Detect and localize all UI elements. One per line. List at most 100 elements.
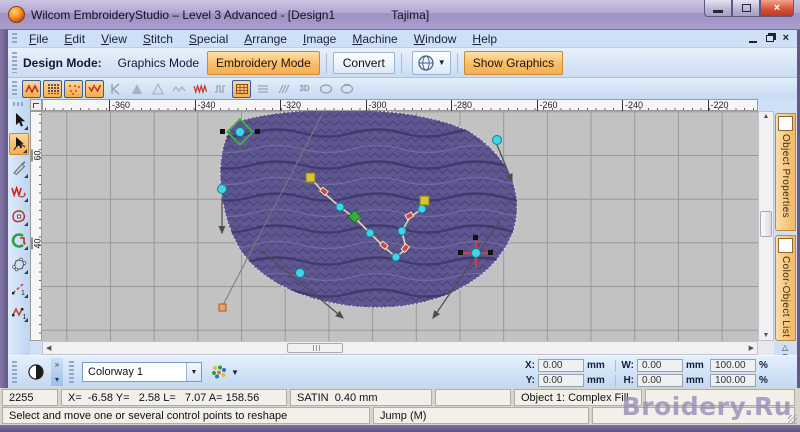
hoop-globe-button[interactable]: ▼ <box>411 50 451 75</box>
x-unit: mm <box>587 360 605 371</box>
stitch-angles-icon <box>257 84 268 93</box>
menu-window[interactable]: Window <box>406 31 465 47</box>
toolbar-overflow-handle[interactable]: » ▾ <box>51 358 63 386</box>
menu-image[interactable]: Image <box>295 31 344 47</box>
mdi-close-icon[interactable]: × <box>783 33 789 44</box>
lettering-tool-button[interactable] <box>9 181 29 203</box>
hoop-icon <box>319 83 332 94</box>
motif-fill-button[interactable] <box>64 79 83 98</box>
florentine-button[interactable] <box>148 80 167 98</box>
convert-button[interactable]: Convert <box>332 51 395 74</box>
scroll-up-icon[interactable]: ▲ <box>759 113 773 120</box>
3d-icon: 3D <box>299 84 310 93</box>
design-colorway-button[interactable] <box>23 359 49 385</box>
combo-dropdown-button[interactable]: ▼ <box>186 363 201 381</box>
stitch-type-cell: SATIN 0.40 mm <box>290 389 432 406</box>
vertical-scrollbar[interactable]: ▲ ▼ <box>758 111 774 341</box>
outline-shape-tool-button[interactable] <box>9 205 29 227</box>
maximize-button[interactable] <box>732 0 760 17</box>
zigzag-stitch-button[interactable] <box>22 79 41 98</box>
y-input[interactable]: 0.00 <box>538 374 584 387</box>
curved-fill-button[interactable] <box>85 79 104 98</box>
menu-arrange[interactable]: Arrange <box>236 31 295 47</box>
vertical-ruler[interactable]: 60 40 <box>30 111 43 341</box>
menu-stitch[interactable]: Stitch <box>135 31 181 47</box>
design-canvas[interactable] <box>42 111 758 341</box>
toolbar-grip[interactable] <box>12 52 17 73</box>
reshape-tool-button[interactable] <box>9 133 29 155</box>
menu-help[interactable]: Help <box>464 31 505 47</box>
zigzag-tool-button[interactable]: 1 <box>9 301 29 323</box>
scale-y-unit: % <box>759 375 768 386</box>
vertical-scroll-thumb[interactable] <box>760 211 772 237</box>
resize-grip[interactable] <box>788 415 797 424</box>
window-title: Wilcom EmbroideryStudio – Level 3 Advanc… <box>31 7 336 22</box>
tatami-fill-button[interactable] <box>43 79 62 98</box>
separator <box>400 52 402 73</box>
graphics-mode-button[interactable]: Graphics Mode <box>110 52 207 74</box>
close-button[interactable]: × <box>760 0 794 17</box>
ruler-origin-button[interactable] <box>30 99 42 111</box>
stitch-angles-button[interactable] <box>253 80 272 98</box>
select-tool-button[interactable] <box>9 109 29 131</box>
horizontal-scroll-thumb[interactable] <box>287 343 343 353</box>
liquid-effect-button[interactable] <box>169 80 188 98</box>
toolbar-grip[interactable] <box>12 81 17 96</box>
fill-holes-tool-button[interactable] <box>9 229 29 251</box>
3d-view-button[interactable]: 3D <box>295 80 314 98</box>
scroll-left-icon[interactable]: ◀ <box>43 344 54 352</box>
toolbar-grip[interactable] <box>12 360 17 384</box>
menu-machine[interactable]: Machine <box>344 31 405 47</box>
hoop-show-button[interactable] <box>316 80 335 98</box>
tab-color-object-list[interactable]: Color-Object List <box>775 235 796 341</box>
horizontal-ruler[interactable]: -360 -340 -320 -300 -280 -260 -240 -220 <box>42 99 758 112</box>
square-wave-button[interactable] <box>211 80 230 98</box>
menu-file[interactable]: File <box>21 31 56 47</box>
fusion-fill-button[interactable] <box>127 80 146 98</box>
w-input[interactable]: 0.00 <box>637 359 683 372</box>
scale-y-input[interactable]: 100.00 <box>710 374 756 387</box>
knife-tool-button[interactable] <box>9 157 29 179</box>
h-label: H: <box>623 375 634 386</box>
scale-x-input[interactable]: 100.00 <box>710 359 756 372</box>
hatch-effect-button[interactable] <box>274 80 293 98</box>
embroidery-mode-button[interactable]: Embroidery Mode <box>207 50 320 75</box>
chevron-icon: » <box>54 360 60 369</box>
ruler-tick-label: 40 <box>31 237 43 250</box>
menu-edit[interactable]: Edit <box>56 31 93 47</box>
ruler-origin-icon <box>33 103 39 108</box>
program-split-button[interactable] <box>232 79 251 98</box>
wave-effect-icon <box>192 83 207 94</box>
h-input[interactable]: 0.00 <box>637 374 683 387</box>
thread-colors-button[interactable]: ▼ <box>210 364 239 380</box>
hoop-template-button[interactable] <box>337 80 356 98</box>
h-unit: mm <box>686 375 704 386</box>
colorway-select[interactable]: Colorway 1 ▼ <box>82 362 202 382</box>
minimize-button[interactable] <box>704 0 732 17</box>
scroll-down-icon[interactable]: ▼ <box>759 332 773 339</box>
globe-icon <box>418 54 434 71</box>
motif-fill-icon <box>68 84 80 95</box>
zigzag-stitch-icon <box>24 83 39 94</box>
scroll-right-icon[interactable]: ▶ <box>746 344 757 352</box>
tab-object-properties[interactable]: Object Properties <box>775 113 796 231</box>
wave-effect-button[interactable] <box>190 80 209 98</box>
toolbar-grip[interactable] <box>12 32 17 45</box>
polygon-tool-button[interactable] <box>9 253 29 275</box>
show-graphics-button[interactable]: Show Graphics <box>463 50 564 75</box>
contour-stitch-button[interactable] <box>106 80 125 98</box>
x-input[interactable]: 0.00 <box>538 359 584 372</box>
tool-palette: 1 1 <box>8 99 30 355</box>
menu-view[interactable]: View <box>93 31 135 47</box>
menu-special[interactable]: Special <box>181 31 236 47</box>
fill-holes-icon <box>11 232 27 248</box>
toolbar-grip[interactable] <box>13 102 25 106</box>
run-stitch-tool-button[interactable]: 1 <box>9 277 29 299</box>
mdi-minimize-icon[interactable] <box>748 40 757 43</box>
empty-cell <box>435 389 511 406</box>
horizontal-scrollbar[interactable]: ◀ ▶ <box>42 341 758 355</box>
mdi-restore-icon[interactable] <box>765 35 774 42</box>
maximize-icon <box>741 4 751 12</box>
titlebar: Wilcom EmbroideryStudio – Level 3 Advanc… <box>0 0 800 30</box>
toolbar-grip[interactable] <box>69 360 74 384</box>
